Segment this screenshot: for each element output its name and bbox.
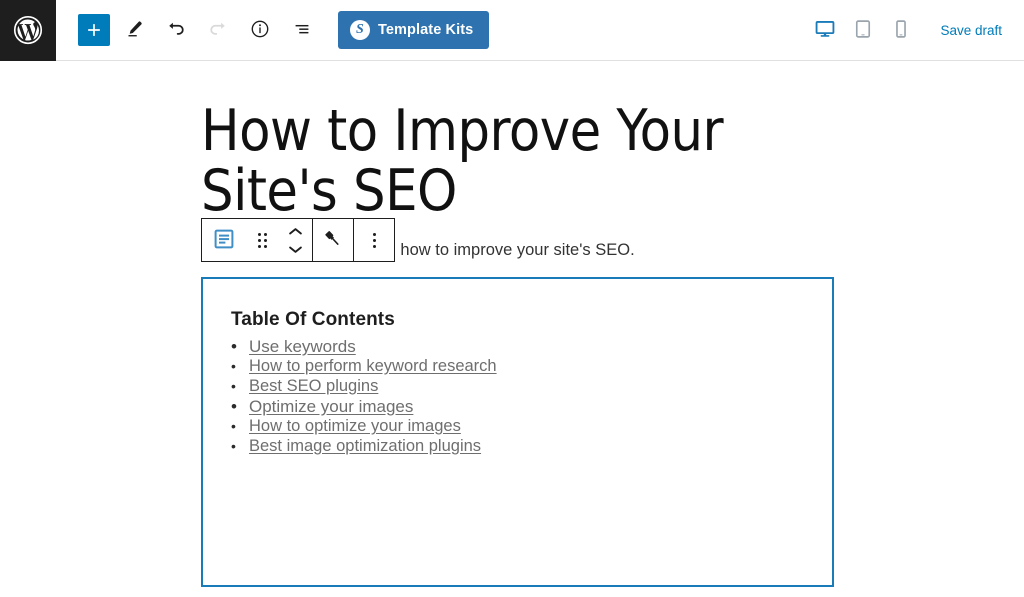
block-toolbar-group-style: [313, 219, 354, 261]
template-kits-label: Template Kits: [378, 22, 473, 38]
toc-item-link[interactable]: How to perform keyword research: [249, 357, 497, 377]
block-styles-button[interactable]: [315, 219, 351, 261]
save-draft-button[interactable]: Save draft: [940, 23, 1002, 38]
table-of-contents-block[interactable]: Table Of Contents • Use keywords • How t…: [201, 277, 834, 587]
toc-item-link[interactable]: Use keywords: [249, 337, 356, 357]
header-right-tools: Save draft: [808, 12, 1024, 48]
toc-item[interactable]: • Best image optimization plugins: [231, 437, 804, 457]
envato-badge-icon: S: [350, 20, 370, 40]
toc-item[interactable]: • Optimize your images: [231, 397, 804, 417]
bullet-icon: •: [231, 439, 249, 453]
block-toolbar-group-options: [354, 219, 394, 261]
list-view-icon: [291, 18, 313, 43]
post-title[interactable]: How to Improve Your Site's SEO: [201, 61, 834, 222]
add-block-button[interactable]: [78, 14, 110, 46]
bullet-icon: •: [231, 419, 249, 433]
toc-item[interactable]: • How to perform keyword research: [231, 357, 804, 377]
move-block-button[interactable]: [280, 219, 310, 261]
bullet-icon: •: [231, 359, 249, 373]
drag-handle-icon: [258, 233, 267, 248]
chevron-down-icon: [288, 242, 303, 257]
pencil-icon: [123, 18, 145, 43]
tablet-preview-button[interactable]: [846, 12, 880, 48]
table-of-contents-icon: [212, 227, 236, 254]
mobile-icon: [890, 18, 912, 43]
bullet-icon: •: [231, 338, 249, 355]
undo-button[interactable]: [158, 12, 194, 48]
post-content-column: How to Improve Your Site's SEO In this p…: [201, 61, 834, 587]
template-kits-button[interactable]: S Template Kits: [338, 11, 489, 49]
desktop-icon: [814, 18, 836, 43]
more-vertical-icon: [373, 233, 376, 248]
envato-badge-letter: S: [356, 23, 364, 37]
toc-item[interactable]: • How to optimize your images: [231, 417, 804, 437]
toc-item-link[interactable]: How to optimize your images: [249, 417, 461, 437]
editor-header: S Template Kits: [0, 0, 1024, 61]
plus-icon: [84, 20, 104, 40]
block-options-button[interactable]: [356, 219, 392, 261]
mobile-preview-button[interactable]: [884, 12, 918, 48]
wordpress-logo-icon: [13, 15, 43, 45]
undo-icon: [165, 18, 187, 43]
desktop-preview-button[interactable]: [808, 12, 842, 48]
paintbrush-icon: [321, 227, 345, 254]
header-left-tools: S Template Kits: [56, 11, 489, 49]
block-type-button[interactable]: [204, 219, 244, 261]
info-icon: [249, 18, 271, 43]
block-toolbar: [201, 218, 395, 262]
drag-handle-button[interactable]: [244, 219, 280, 261]
toc-item-link[interactable]: Best SEO plugins: [249, 377, 378, 397]
redo-icon: [207, 18, 229, 43]
block-toolbar-group-main: [202, 219, 313, 261]
toc-item-link[interactable]: Optimize your images: [249, 397, 413, 417]
bullet-icon: •: [231, 398, 249, 415]
toc-heading: Table Of Contents: [231, 309, 804, 331]
edit-mode-button[interactable]: [116, 12, 152, 48]
toc-item[interactable]: • Best SEO plugins: [231, 377, 804, 397]
wordpress-logo-button[interactable]: [0, 0, 56, 61]
toc-item[interactable]: • Use keywords: [231, 337, 804, 357]
toc-list: • Use keywords • How to perform keyword …: [231, 337, 804, 457]
toc-item-link[interactable]: Best image optimization plugins: [249, 437, 481, 457]
redo-button[interactable]: [200, 12, 236, 48]
list-view-button[interactable]: [284, 12, 320, 48]
bullet-icon: •: [231, 379, 249, 393]
tablet-icon: [852, 18, 874, 43]
editor-canvas: How to Improve Your Site's SEO In this p…: [0, 61, 1024, 597]
chevron-up-icon: [288, 224, 303, 239]
details-button[interactable]: [242, 12, 278, 48]
